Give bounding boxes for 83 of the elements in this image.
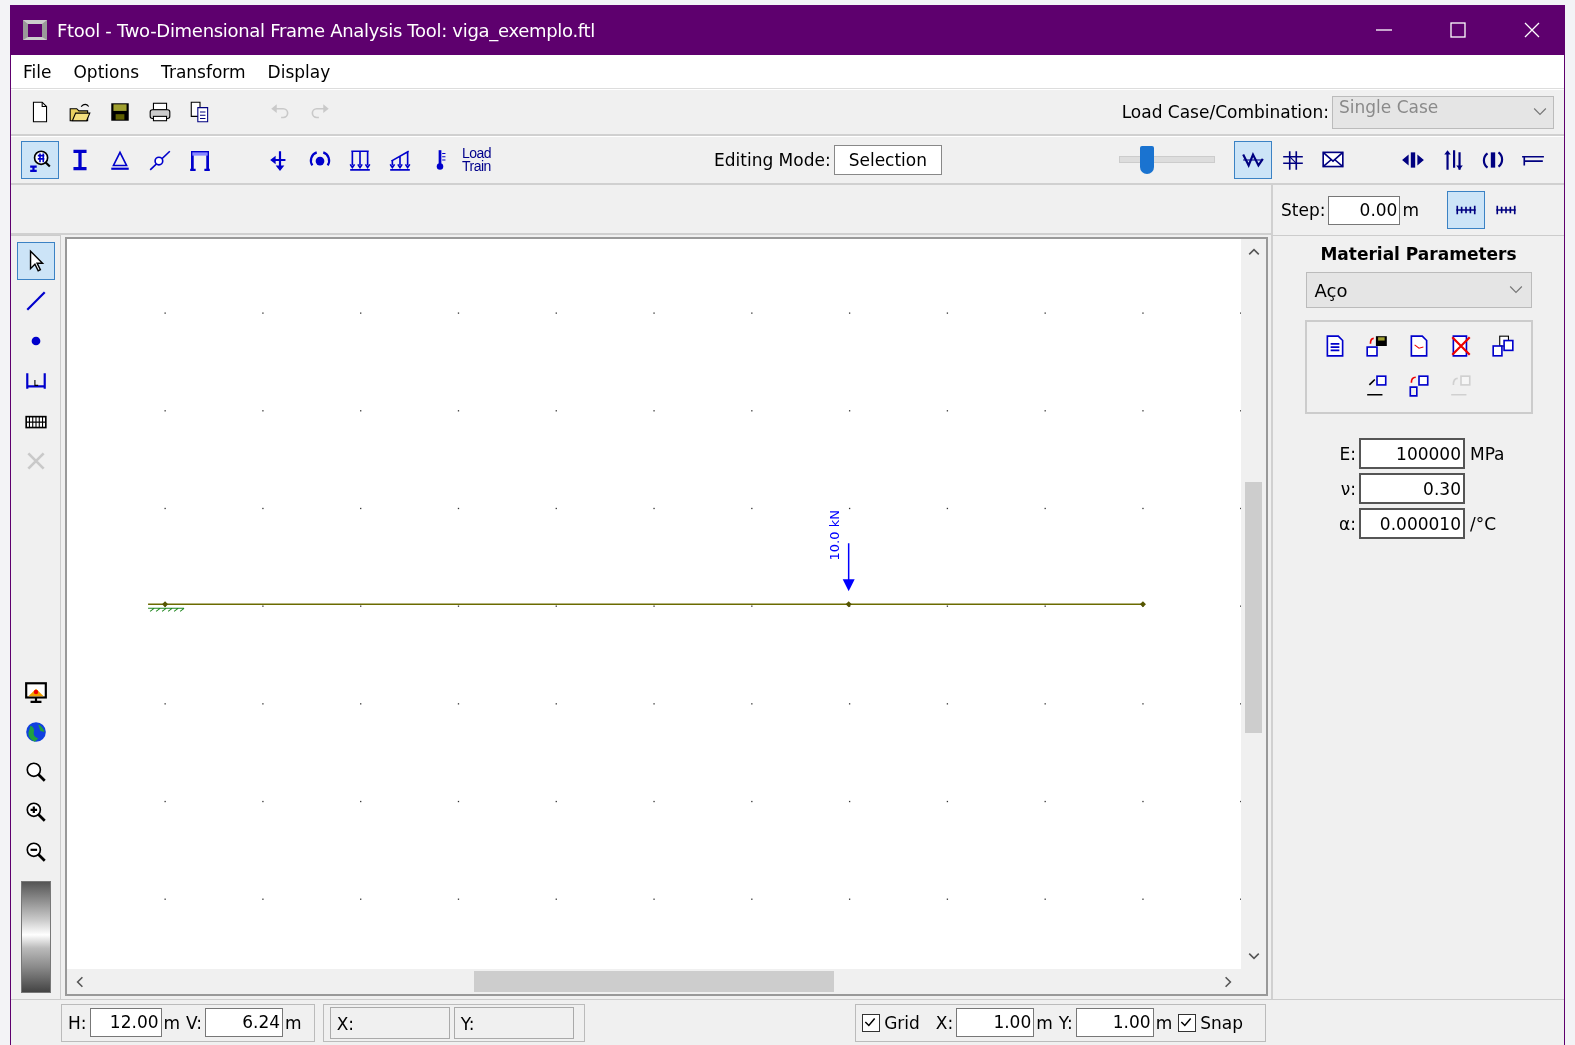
field-label: H: <box>68 1012 87 1033</box>
unit-label: m <box>1036 1012 1053 1033</box>
assign-icon <box>1364 374 1389 398</box>
field-label: Load Case/Combination: <box>1121 102 1329 122</box>
field-label: V: <box>186 1012 203 1033</box>
field-label: Editing Mode: <box>714 150 831 170</box>
node-marker[interactable] <box>845 601 852 608</box>
distributed-load-icon <box>348 148 372 172</box>
zoom-out-icon <box>23 840 48 864</box>
checkbox-label: Grid <box>884 1012 920 1033</box>
field-label: ν: <box>1339 478 1356 499</box>
unit-label: m <box>1402 200 1419 220</box>
hinge-icon <box>148 148 172 172</box>
load-arrow[interactable] <box>842 542 855 592</box>
toolbar-button[interactable] <box>21 141 59 179</box>
menu-item[interactable]: Options <box>73 61 140 82</box>
horizontal-scrollbar[interactable] <box>67 969 1266 994</box>
unit-label: /°C <box>1469 513 1498 534</box>
menu-item[interactable]: File <box>23 61 52 82</box>
toolbar-button[interactable] <box>16 242 55 280</box>
linear-load-icon <box>388 148 412 172</box>
value-field[interactable]: 6.24 <box>205 1008 284 1037</box>
scroll-left-icon[interactable] <box>74 975 86 988</box>
chevron-icon <box>1533 107 1547 117</box>
coordinate-field: Y: <box>453 1006 574 1039</box>
node-marker[interactable] <box>162 601 169 608</box>
fixed-support-drawing[interactable] <box>147 607 185 612</box>
scroll-right-icon[interactable] <box>1222 975 1234 988</box>
value-field[interactable]: 0.000010 <box>1358 508 1465 539</box>
unit-label: m <box>163 1012 181 1033</box>
unit-label: MPa <box>1469 443 1506 464</box>
dropdown-value: Aço <box>1314 279 1349 301</box>
checkbox[interactable] <box>1178 1013 1197 1032</box>
chevron-icon <box>1508 285 1523 295</box>
field-label: E: <box>1339 443 1356 464</box>
toolbar-button[interactable] <box>1447 191 1485 229</box>
step-field[interactable]: 0.00 <box>1328 195 1401 225</box>
checkbox-label: Snap <box>1200 1012 1243 1033</box>
printer-icon <box>148 100 172 124</box>
load-label: 10.0 kN <box>826 510 842 561</box>
field-label: α: <box>1339 513 1356 534</box>
unit-label: m <box>1155 1012 1173 1033</box>
checkbox[interactable] <box>862 1013 881 1032</box>
value-field[interactable]: 12.00 <box>89 1008 162 1037</box>
dropdown-value: Single Case <box>1339 96 1440 119</box>
field-label: X: <box>935 1012 954 1033</box>
load-train-button[interactable]: Load Train <box>461 141 497 179</box>
scroll-thumb[interactable] <box>1245 481 1262 733</box>
unassign-icon <box>1448 374 1473 398</box>
drawing-canvas[interactable]: 10.0 kN <box>67 239 1241 969</box>
maximize-icon[interactable] <box>1448 20 1468 40</box>
material-dropdown[interactable]: Aço <box>1305 272 1532 308</box>
monitor-icon <box>23 680 48 704</box>
assign-all-icon <box>1406 374 1431 398</box>
coordinate-field: X: <box>329 1006 450 1039</box>
editing-mode-field: Selection <box>833 145 942 175</box>
zoom-in-icon <box>23 800 48 824</box>
value-field[interactable]: 100000 <box>1358 438 1465 469</box>
field-label: Step: <box>1281 200 1326 220</box>
copy-pages-icon <box>1490 334 1515 358</box>
scroll-up-icon[interactable] <box>1247 246 1260 258</box>
globe-icon <box>23 720 48 744</box>
vertical-scrollbar[interactable] <box>1241 239 1266 969</box>
value-field[interactable]: 1.00 <box>1075 1008 1154 1037</box>
scroll-thumb[interactable] <box>474 971 834 992</box>
unit-label: m <box>285 1012 302 1033</box>
save-page-icon <box>1364 334 1389 358</box>
value-field[interactable]: 1.00 <box>956 1008 1035 1037</box>
magnifier-icon <box>23 760 48 784</box>
magnifier-icon <box>28 148 52 172</box>
value-field[interactable]: 0.30 <box>1358 473 1465 504</box>
vertical-arrows-icon <box>1441 148 1465 172</box>
node-marker[interactable] <box>1139 601 1146 608</box>
menu-item[interactable]: Transform <box>161 61 246 82</box>
field-label: Y: <box>1058 1012 1073 1033</box>
toolbar-button[interactable] <box>1234 141 1272 179</box>
panel-title: Material Parameters <box>1320 244 1517 264</box>
frame-icon <box>188 148 212 172</box>
close-icon[interactable] <box>1522 20 1542 40</box>
slider-thumb[interactable] <box>1139 146 1154 174</box>
window-title: Ftool - Two-Dimensional Frame Analysis Tool: viga_exemplo.ftl <box>57 19 597 41</box>
scroll-down-icon[interactable] <box>1247 950 1260 962</box>
menu-item[interactable]: Display <box>267 61 331 82</box>
